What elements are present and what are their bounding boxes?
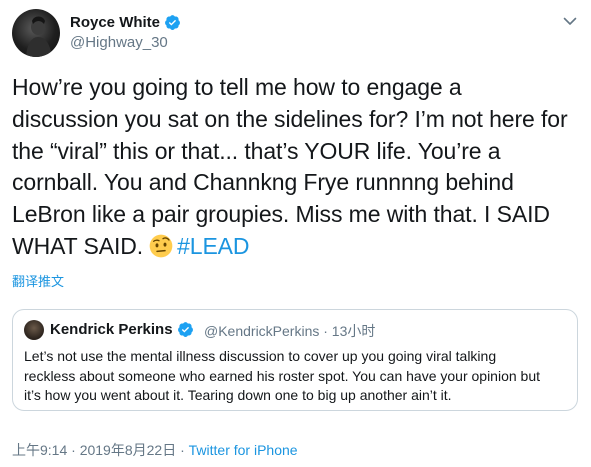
quoted-author-avatar — [24, 320, 44, 340]
tweet-line: How’re you going to tell me how to engag… — [12, 74, 462, 100]
tweet-line: cornball. You and Channkng Frye runnnng … — [12, 169, 514, 196]
quoted-tweet-text: Let’s not use the mental illness discuss… — [24, 347, 572, 406]
hashtag-link[interactable]: #LEAD — [177, 233, 249, 259]
verified-badge-icon — [177, 322, 193, 337]
quoted-line: reckless about someone who earned his ro… — [24, 367, 540, 384]
chevron-down-icon[interactable] — [562, 13, 578, 29]
tweet-line: LeBron like a pair groupies. Miss me wit… — [12, 201, 550, 228]
tweet-line: WHAT SAID. — [12, 232, 144, 259]
translate-tweet-link[interactable]: 翻译推文 — [12, 271, 64, 290]
quoted-author-name-row: Kendrick Perkins — [50, 321, 194, 338]
tweet-line: the “viral” this or that... that’s YOUR … — [12, 137, 501, 164]
tweet-line: discussion you sat on the sidelines for?… — [12, 105, 568, 132]
raised-eyebrow-emoji-icon — [149, 234, 173, 258]
tweet-timestamp[interactable]: 上午9:14 · 2019年8月22日 · — [12, 442, 189, 458]
author-name-row[interactable]: Royce White — [70, 14, 181, 31]
author-handle[interactable]: @Highway_30 — [70, 34, 168, 51]
tweet-last-line: WHAT SAID. #LEAD — [12, 231, 572, 263]
quoted-author-name: Kendrick Perkins — [50, 321, 173, 338]
verified-badge-icon — [165, 15, 180, 30]
quoted-line: Let’s not use the mental illness discuss… — [24, 348, 497, 364]
avatar-photo-icon — [26, 16, 52, 57]
author-avatar[interactable] — [12, 9, 60, 57]
quoted-line: it’s how you went about it. Tearing down… — [24, 387, 452, 403]
author-name[interactable]: Royce White — [70, 14, 160, 31]
tweet-source-link[interactable]: Twitter for iPhone — [189, 442, 298, 458]
quoted-tweet-card[interactable]: Kendrick Perkins @KendrickPerkins · 13小时… — [12, 309, 578, 411]
tweet-metadata: 上午9:14 · 2019年8月22日 · Twitter for iPhone — [12, 440, 298, 460]
quoted-handle-and-time: @KendrickPerkins · 13小时 — [204, 323, 376, 339]
tweet-text: How’re you going to tell me how to engag… — [12, 72, 572, 263]
